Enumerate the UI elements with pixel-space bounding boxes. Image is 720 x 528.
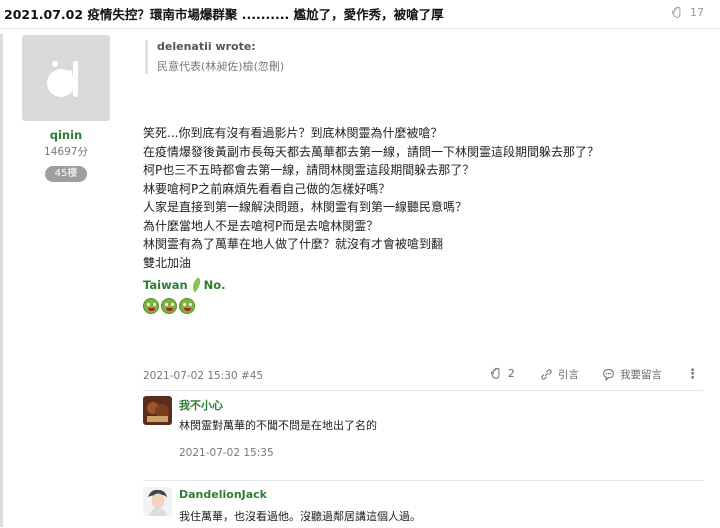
thread-title[interactable]: 2021.07.02 疫情失控？環南市場爆群聚 .......... 尷尬了，愛… xyxy=(4,4,444,23)
quote-author: delenatii wrote: xyxy=(157,40,256,53)
thread-header: 2021.07.02 疫情失控？環南市場爆群聚 .......... 尷尬了，愛… xyxy=(0,0,720,29)
reply-avatar[interactable] xyxy=(143,396,172,425)
quote-block: delenatii wrote: 民意代表(林昶佐)檢(忽刪) xyxy=(145,40,284,74)
signature-left: Taiwan xyxy=(143,278,188,292)
clap-icon xyxy=(490,367,500,379)
taiwan-island-icon xyxy=(192,277,200,293)
thread-like-button[interactable]: 17 xyxy=(671,6,704,19)
emoji-row xyxy=(143,298,195,314)
reply-author[interactable]: DandelionJack xyxy=(179,488,267,501)
grin-emoji-icon xyxy=(161,298,177,314)
signature-right: No. xyxy=(203,278,226,292)
author-avatar[interactable] xyxy=(22,35,110,121)
post-line: 笑死...你到底有沒有看過影片？到底林閔靈為什麼被嗆？ xyxy=(143,126,443,140)
more-options-button[interactable]: ⋮ xyxy=(686,367,699,382)
thread-like-count: 17 xyxy=(690,6,704,19)
post-line: 柯P也三不五時都會去第一線，請問林閔霊這段期間躲去那了？ xyxy=(143,163,475,177)
reply-item: 我不小心 林閔霊對萬華的不聞不問是在地出了名的 2021-07-02 15:35 xyxy=(143,390,703,465)
quote-link-icon xyxy=(541,369,552,380)
reply-time: 2021-07-02 15:35 xyxy=(179,447,274,459)
floor-badge: 45樓 xyxy=(45,166,87,182)
post-line: 林要嗆柯P之前麻煩先看看自己做的怎樣好嗎？ xyxy=(143,181,391,196)
post-line: 林閔霊有為了萬華在地人做了什麼？就沒有才會被嗆到翻 xyxy=(143,237,444,251)
reply-text: 我住萬華，也沒看過他。沒聽過鄰居講這個人過。 xyxy=(179,510,421,523)
clap-icon xyxy=(671,6,681,18)
comment-label: 我要留言 xyxy=(620,369,662,381)
more-options-icon: ⋮ xyxy=(686,367,699,382)
post-line: 為什麼當地人不是去嗆柯P而是去嗆林閔霊？ xyxy=(143,218,379,233)
default-avatar-icon xyxy=(47,61,78,97)
post-line: 人家是直接到第一線解決問題，林閔霊有到第一線聽民意嗎？ xyxy=(143,200,468,214)
quote-button[interactable]: 引言 xyxy=(540,367,579,382)
grin-emoji-icon xyxy=(143,298,159,314)
signature: Taiwan No. xyxy=(143,277,226,293)
reply-avatar[interactable] xyxy=(143,487,172,516)
post-like-count: 2 xyxy=(508,367,515,380)
post-line: 在疫情爆發後黃副市長每天都去萬華都去第一線，請問一下林閔霊這段期間躲去那了？ xyxy=(143,144,600,159)
author-points: 14697分 xyxy=(44,146,88,158)
post-like-button[interactable]: 2 xyxy=(490,367,515,380)
reply-item: DandelionJack 我住萬華，也沒看過他。沒聽過鄰居講這個人過。 xyxy=(143,480,703,528)
post-body: 笑死...你到底有沒有看過影片？到底林閔靈為什麼被嗆？ 在疫情爆發後黃副市長每天… xyxy=(143,124,599,272)
grin-emoji-icon xyxy=(179,298,195,314)
comment-button[interactable]: 我要留言 xyxy=(602,367,662,382)
quote-label: 引言 xyxy=(558,369,579,381)
post-line: 雙北加油 xyxy=(143,255,192,270)
user-avatar-image xyxy=(143,487,172,516)
author-name[interactable]: qinin xyxy=(22,128,110,142)
user-avatar-image xyxy=(143,396,172,425)
reply-text: 林閔霊對萬華的不聞不問是在地出了名的 xyxy=(179,419,377,432)
quote-text: 民意代表(林昶佐)檢(忽刪) xyxy=(157,60,285,73)
reply-author[interactable]: 我不小心 xyxy=(179,397,223,413)
comment-icon xyxy=(603,369,614,381)
post-meta[interactable]: 2021-07-02 15:30 #45 xyxy=(143,370,263,382)
